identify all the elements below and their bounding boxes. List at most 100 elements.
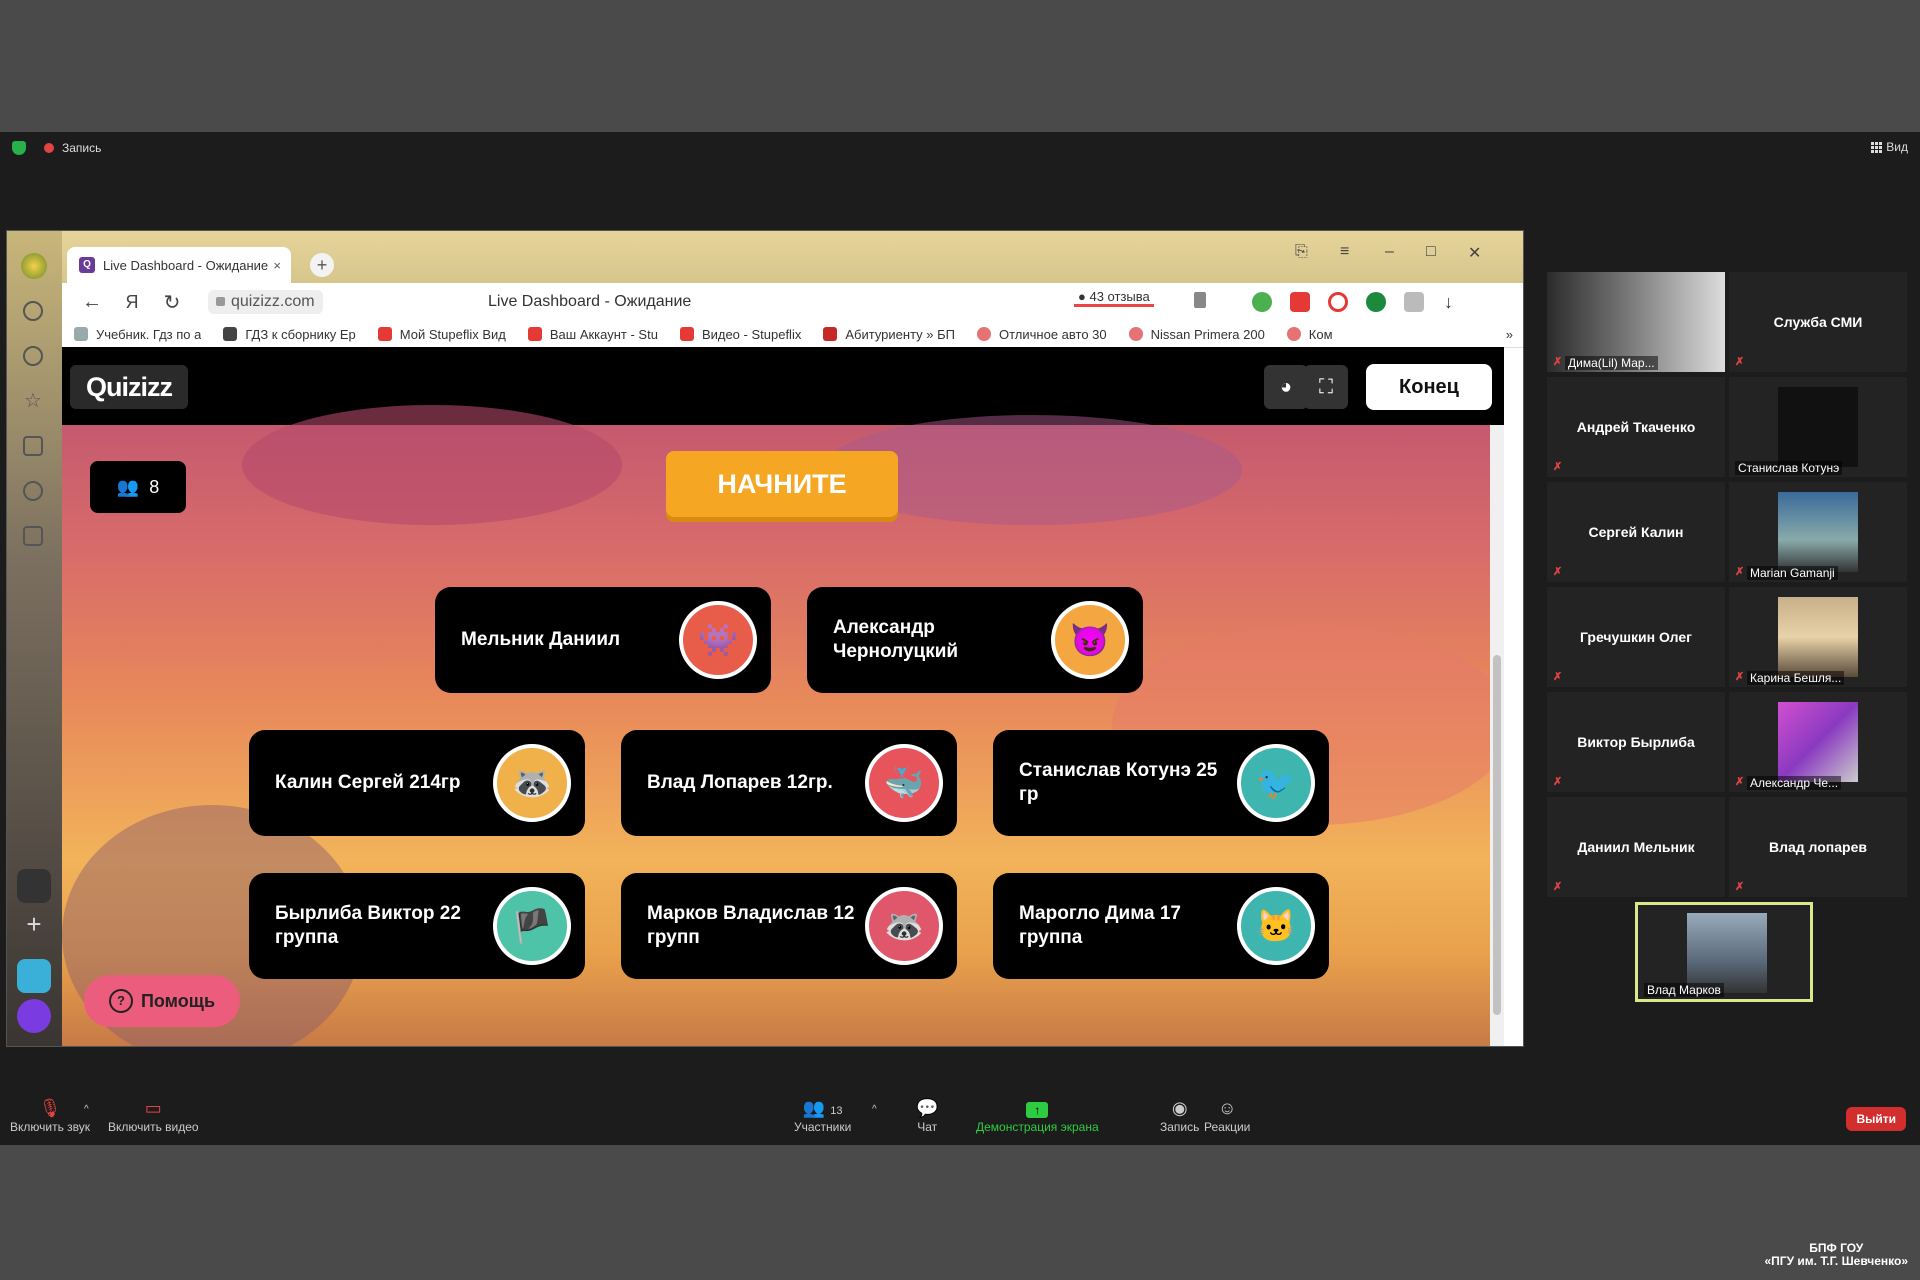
participant-name: Андрей Ткаченко [1576,419,1696,435]
scrollbar-thumb[interactable] [1493,655,1501,1015]
fullscreen-button[interactable]: ⛶ [1304,365,1348,409]
tab-live-dashboard[interactable]: Q Live Dashboard - Ожидание × [67,247,291,283]
minimize-icon[interactable]: – [1385,243,1394,261]
record-label: Запись [1160,1120,1200,1134]
player-name: Марков Владислав 12 групп [647,903,855,948]
adobe-extension-icon[interactable] [1290,292,1310,312]
unmute-button[interactable]: 🎙 Включить звук [10,1096,90,1134]
extensions-icon[interactable] [1404,292,1424,312]
maximize-icon[interactable]: □ [1426,243,1436,261]
mic-muted-icon: ✗ [1553,671,1563,683]
meeting-toolbar: 🎙 Включить звук ^ ▭ Включить видео 👥 13 … [0,1088,1920,1145]
participant-tile[interactable]: Станислав Котунэ [1729,377,1907,477]
player-name: Мельник Даниил [461,629,621,650]
bookmark-item[interactable]: Видео - Stupeflix [679,327,801,342]
bookmark-page-icon[interactable] [1194,292,1206,308]
bell-icon[interactable] [23,301,43,321]
add-panel-icon[interactable]: + [17,907,51,941]
security-shield-icon[interactable] [12,141,26,155]
participant-tile[interactable]: Даниил Мельник ✗ [1547,797,1725,897]
start-video-label: Включить видео [108,1120,199,1134]
messenger-app-icon[interactable] [17,959,51,993]
participant-tile[interactable]: Служба СМИ ✗ [1729,272,1907,372]
share-screen-button[interactable]: ↑ Демонстрация экрана [976,1096,1099,1134]
participants-icon: 👥 13 [802,1098,843,1118]
reactions-button[interactable]: ☺ Реакции [1204,1096,1250,1134]
participant-tile[interactable]: Сергей Калин ✗ [1547,482,1725,582]
adblock-icon[interactable] [1328,292,1348,312]
participant-tile-active-speaker[interactable]: Влад Марков [1635,902,1813,1002]
quizizz-logo[interactable]: Quizizz [70,365,188,409]
participant-video [1778,492,1858,572]
pirate-icon: 🏴 [493,887,571,965]
yandex-icon[interactable]: Я [122,292,142,313]
help-button[interactable]: ? Помощь [84,975,240,1027]
view-button[interactable]: Вид [1871,140,1908,154]
participant-video [1778,702,1858,782]
new-tab-button[interactable]: + [310,253,334,277]
history-clock-icon[interactable] [23,346,43,366]
bookmark-item[interactable]: Отличное авто 30 [977,327,1107,342]
download-helper-icon[interactable] [1252,292,1272,312]
more-bookmarks-icon[interactable]: » [1506,327,1513,342]
bookmark-item[interactable]: Абитуриенту » БП [823,327,955,342]
bookmark-item[interactable]: Мой Stupeflix Вид [377,327,506,342]
bookmark-item[interactable]: ГДЗ к сборнику Ер [223,327,356,342]
recording-label: Запись [62,141,102,155]
close-window-icon[interactable]: ✕ [1468,243,1481,263]
reviews-badge[interactable]: ● 43 отзыва [1074,289,1154,307]
participant-tile[interactable]: Влад лопарев ✗ [1729,797,1907,897]
participant-name: Служба СМИ [1773,314,1863,330]
alice-assistant-icon[interactable] [17,999,51,1033]
menu-icon[interactable]: ≡ [1340,243,1349,261]
reload-icon[interactable]: ↻ [162,290,182,315]
downloads-icon[interactable]: ↓ [1444,292,1464,312]
end-button[interactable]: Конец [1366,364,1492,410]
zoom-meeting-window: Запись Вид ☆ + Q Live Dashboard - Ожидан… [0,132,1920,1145]
cloud-decoration [242,405,622,525]
url-field[interactable]: quizizz.com [208,290,323,314]
player-name: Марогло Дима 17 группа [1019,903,1181,948]
participant-tile[interactable]: Гречушкин Олег ✗ [1547,587,1725,687]
collections-icon[interactable] [23,436,43,456]
bookmark-item[interactable]: Ком [1286,327,1333,342]
download-panel-icon[interactable] [23,526,43,546]
leave-button[interactable]: Выйти [1846,1107,1906,1131]
bookmark-item[interactable]: Nissan Primera 200 [1128,327,1265,342]
participant-tile[interactable]: Андрей Ткаченко ✗ [1547,377,1725,477]
participant-name: Карина Бешля... [1747,671,1845,685]
start-video-button[interactable]: ▭ Включить видео [108,1096,199,1134]
page-scrollbar[interactable] [1490,425,1504,1046]
participant-video [1778,387,1858,467]
close-tab-icon[interactable]: × [273,258,281,273]
utorrent-icon[interactable] [1366,292,1386,312]
mic-muted-icon: ✗ [1735,356,1745,368]
participant-tile[interactable]: Marian Gamanji ✗ [1729,482,1907,582]
participant-tile[interactable]: Карина Бешля... ✗ [1729,587,1907,687]
participant-name: Виктор Бырлиба [1577,734,1695,750]
bookmark-item[interactable]: Учебник. Гдз по а [74,327,201,342]
bookmark-item[interactable]: Ваш Аккаунт - Stu [527,327,658,342]
player-card: Станислав Котунэ 25 гр 🐦 [993,730,1329,836]
audio-options-chevron-icon[interactable]: ^ [84,1104,89,1115]
theme-palette-button[interactable]: ◕ [1264,365,1308,409]
screenshot-tool-icon[interactable] [17,869,51,903]
participant-video [1778,597,1858,677]
cat-icon: 🐱 [1237,887,1315,965]
star-icon[interactable]: ☆ [23,391,43,411]
chat-button[interactable]: 💬 Чат [916,1096,938,1134]
start-button[interactable]: НАЧНИТЕ [666,451,898,517]
participant-tile[interactable]: Виктор Бырлиба ✗ [1547,692,1725,792]
participant-name: Влад Марков [1644,983,1724,997]
record-button[interactable]: ◉ Запись [1160,1096,1199,1134]
player-card: Александр Чернолуцкий 😈 [807,587,1143,693]
participants-chevron-icon[interactable]: ^ [872,1104,877,1115]
participant-tile[interactable]: Дима(Lil) Мар... ✗ [1547,272,1725,372]
profile-avatar[interactable] [21,253,47,279]
back-icon[interactable]: ← [82,291,102,314]
participant-tile[interactable]: Александр Че... ✗ [1729,692,1907,792]
play-icon[interactable] [23,481,43,501]
bookmark-manager-icon[interactable]: ⎘ [1295,243,1308,261]
players-count-badge: 👥 8 [90,461,186,513]
participants-button[interactable]: 👥 13 Участники [794,1096,851,1134]
